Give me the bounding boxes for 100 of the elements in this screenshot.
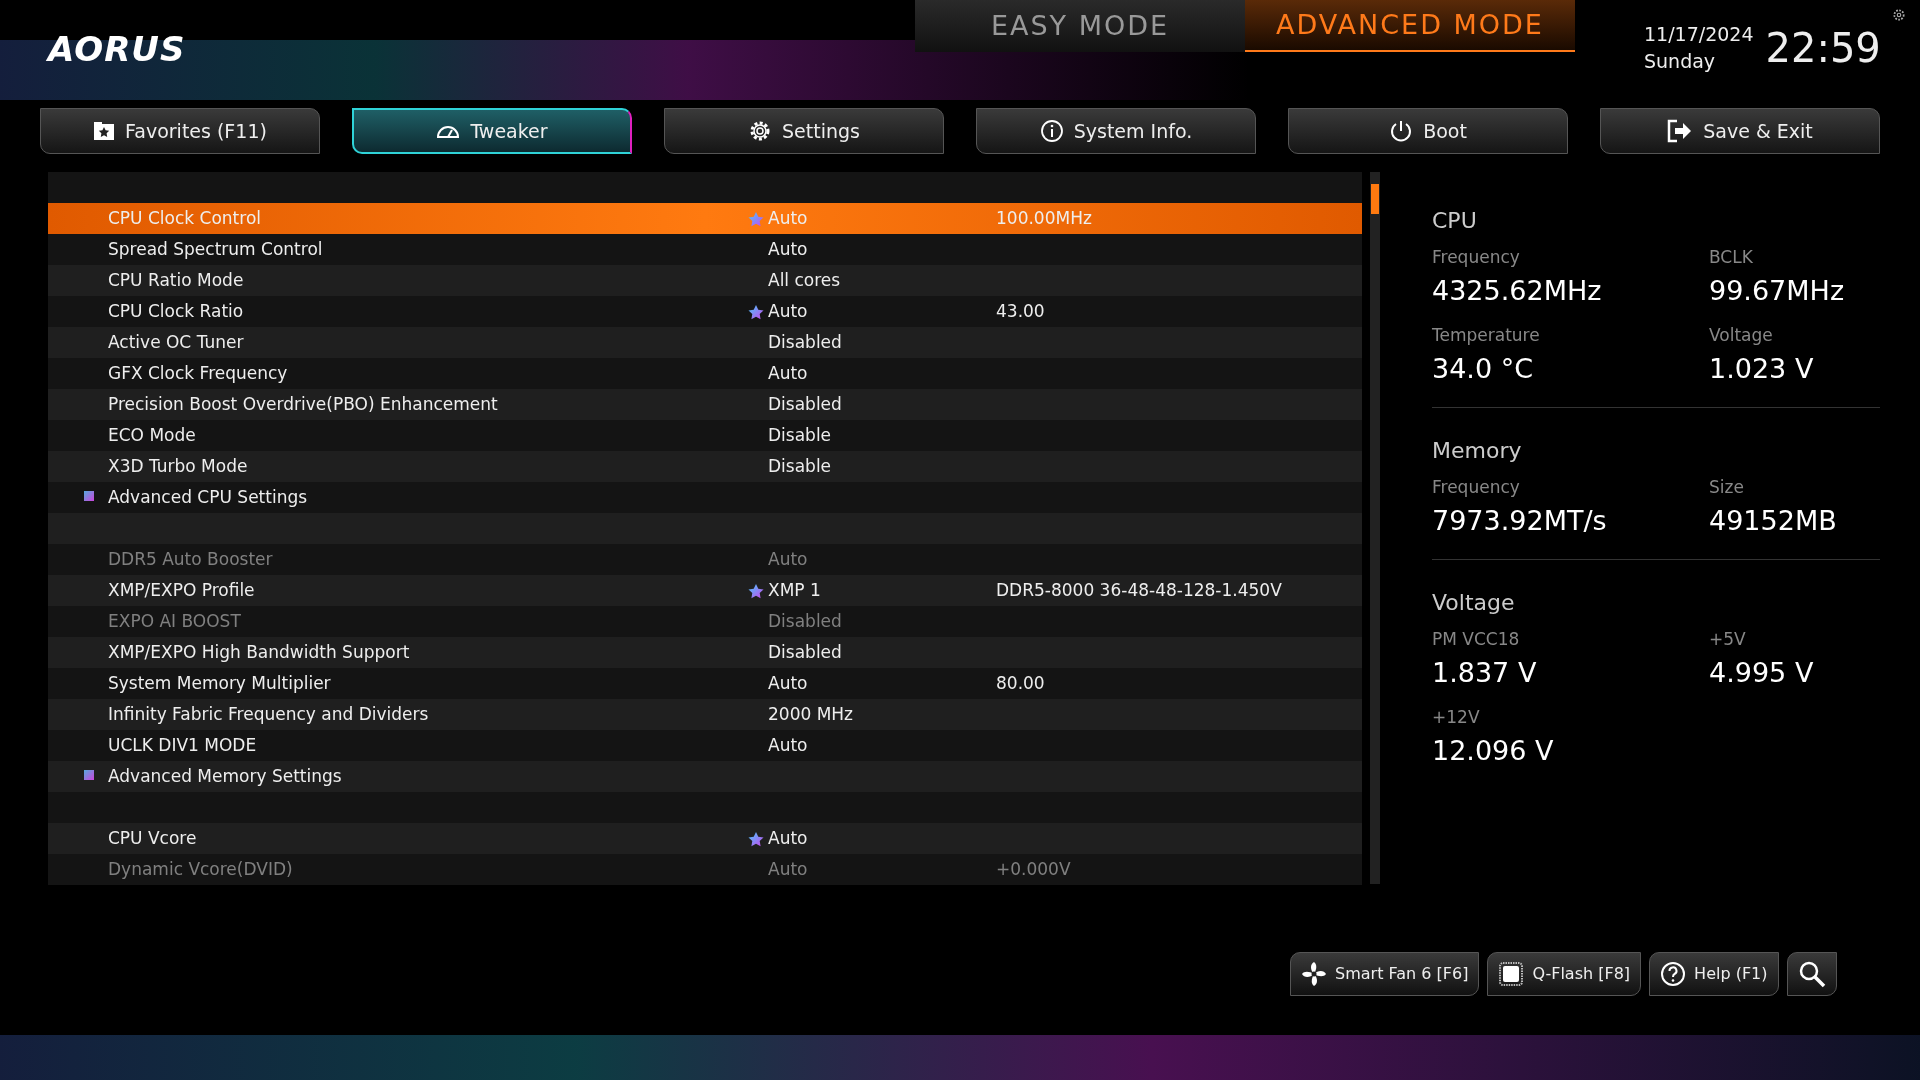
setting-name: Advanced CPU Settings	[108, 485, 309, 509]
setting-name: Advanced Memory Settings	[108, 764, 343, 788]
setting-value[interactable]: Disabled	[768, 641, 842, 662]
setting-name: Spread Spectrum Control	[108, 237, 324, 261]
setting-name: XMP/EXPO High Bandwidth Support	[108, 640, 411, 664]
nav-tab[interactable]: Settings	[664, 108, 944, 154]
scrollbar[interactable]	[1370, 172, 1380, 884]
search-icon	[1797, 960, 1826, 988]
setting-value[interactable]: 2000 MHz	[768, 703, 854, 724]
stat-label: Frequency	[1432, 246, 1521, 269]
stat-value: 49152MB	[1709, 503, 1838, 538]
nav-tab[interactable]: Boot	[1288, 108, 1568, 154]
stat-value: 1.837 V	[1432, 655, 1538, 690]
stat-value: 1.023 V	[1709, 351, 1815, 386]
stat-label: PM VCC18	[1432, 628, 1521, 651]
setting-name: CPU Vcore	[108, 826, 198, 850]
setting-name: Infinity Fabric Frequency and Dividers	[108, 702, 430, 726]
setting-row[interactable]: Precision Boost Overdrive(PBO) Enhancement Disabled	[48, 389, 1363, 420]
gauge-icon	[436, 123, 461, 139]
nav-tab[interactable]: Save & Exit	[1600, 108, 1880, 154]
stat-label: Temperature	[1432, 324, 1541, 347]
clock-time: 22:59	[1765, 24, 1881, 73]
chip-icon	[1498, 961, 1525, 987]
setting-row[interactable]: GFX Clock Frequency Auto	[48, 358, 1363, 389]
setting-detail: DDR5-8000 36-48-48-128-1.450V	[996, 579, 1282, 600]
setting-row[interactable]: XMP/EXPO Profile XMP 1 DDR5-8000 36-48-48-128-1.450V	[48, 575, 1363, 606]
scroll-thumb[interactable]	[1371, 184, 1380, 214]
nav-tab[interactable]: Tweaker	[352, 108, 632, 154]
stat-label: Voltage	[1709, 324, 1774, 347]
setting-row[interactable]: Infinity Fabric Frequency and Dividers 2000 MHz	[48, 699, 1363, 730]
stat-value: 99.67MHz	[1709, 273, 1846, 308]
submenu-row[interactable]: Advanced CPU Settings	[48, 482, 1363, 513]
stat-value: 4.995 V	[1709, 655, 1815, 690]
nav-tab[interactable]: Favorites (F11)	[40, 108, 320, 154]
setting-value[interactable]: Auto	[768, 238, 808, 259]
stat-label: Size	[1709, 476, 1745, 499]
mode-tab[interactable]: EASY MODE	[915, 0, 1245, 52]
setting-name: CPU Clock Control	[108, 206, 262, 230]
stat-label: +5V	[1709, 628, 1747, 651]
setting-row[interactable]: CPU Clock Ratio Auto 43.00	[48, 296, 1363, 327]
setting-row[interactable]: X3D Turbo Mode Disable	[48, 451, 1363, 482]
setting-name: System Memory Multiplier	[108, 671, 332, 695]
setting-name: X3D Turbo Mode	[108, 454, 249, 478]
fan-icon	[1301, 961, 1327, 987]
setting-value[interactable]: Disable	[768, 455, 832, 476]
setting-name: CPU Clock Ratio	[108, 299, 245, 323]
setting-value[interactable]: Auto	[768, 300, 808, 321]
section-title: CPU	[1432, 207, 1478, 235]
tool-button[interactable]: Smart Fan 6 [F6]	[1290, 952, 1480, 996]
setting-row[interactable]: Spread Spectrum Control Auto	[48, 234, 1363, 265]
section-title: Memory	[1432, 437, 1523, 465]
nav-tab[interactable]: System Info.	[976, 108, 1256, 154]
setting-name: EXPO AI BOOST	[108, 609, 242, 633]
submenu-square-icon	[84, 770, 94, 780]
brand-logo: AORUS	[48, 28, 186, 71]
date-text: 11/17/2024	[1644, 22, 1754, 48]
setting-name: GFX Clock Frequency	[108, 361, 289, 385]
setting-row[interactable]: CPU Vcore Auto	[48, 823, 1363, 854]
exit-icon	[1667, 119, 1694, 143]
search-button[interactable]	[1786, 952, 1837, 996]
setting-row[interactable]: CPU Ratio Mode All cores	[48, 265, 1363, 296]
submenu-square-icon	[84, 491, 94, 501]
setting-value[interactable]: Disabled	[768, 393, 842, 414]
stat-label: +12V	[1432, 706, 1481, 729]
stat-value: 4325.62MHz	[1432, 273, 1603, 308]
stat-label: Frequency	[1432, 476, 1521, 499]
setting-name: CPU Ratio Mode	[108, 268, 245, 292]
setting-value[interactable]: Auto	[768, 362, 808, 383]
setting-row[interactable]: ECO Mode Disable	[48, 420, 1363, 451]
setting-row[interactable]: XMP/EXPO High Bandwidth Support Disabled	[48, 637, 1363, 668]
setting-detail: 80.00	[996, 672, 1045, 693]
stat-label: BCLK	[1709, 246, 1754, 269]
setting-row[interactable]: System Memory Multiplier Auto 80.00	[48, 668, 1363, 699]
setting-value[interactable]: XMP 1	[768, 579, 821, 600]
power-icon	[1389, 119, 1414, 143]
mode-tab[interactable]: ADVANCED MODE	[1245, 0, 1575, 52]
submenu-row[interactable]: Advanced Memory Settings	[48, 761, 1363, 792]
stat-value: 12.096 V	[1432, 733, 1555, 768]
setting-detail: +0.000V	[996, 858, 1071, 879]
setting-name: Precision Boost Overdrive(PBO) Enhancement	[108, 392, 499, 416]
stat-value: 7973.92MT/s	[1432, 503, 1608, 538]
setting-value[interactable]: Disable	[768, 424, 832, 445]
weekday-text: Sunday	[1644, 49, 1717, 74]
setting-value[interactable]: Auto	[768, 734, 808, 755]
setting-name: Dynamic Vcore(DVID)	[108, 857, 294, 881]
setting-name: XMP/EXPO Profile	[108, 578, 256, 602]
stat-value: 34.0 °C	[1432, 351, 1535, 386]
setting-detail: 43.00	[996, 300, 1045, 321]
setting-value[interactable]: Disabled	[768, 331, 842, 352]
section-title: Voltage	[1432, 589, 1516, 617]
setting-row[interactable]: UCLK DIV1 MODE Auto	[48, 730, 1363, 761]
setting-name: DDR5 Auto Booster	[108, 547, 274, 571]
tool-button[interactable]: Q-Flash [F8]	[1487, 952, 1642, 996]
info-icon	[1039, 119, 1064, 143]
setting-row[interactable]: Active OC Tuner Disabled	[48, 327, 1363, 358]
setting-value[interactable]: Auto	[768, 827, 808, 848]
setting-value[interactable]: All cores	[768, 269, 841, 290]
tool-button[interactable]: Help (F1)	[1649, 952, 1779, 996]
setting-value[interactable]: Auto	[768, 672, 808, 693]
setting-detail: 100.00MHz	[996, 207, 1092, 228]
